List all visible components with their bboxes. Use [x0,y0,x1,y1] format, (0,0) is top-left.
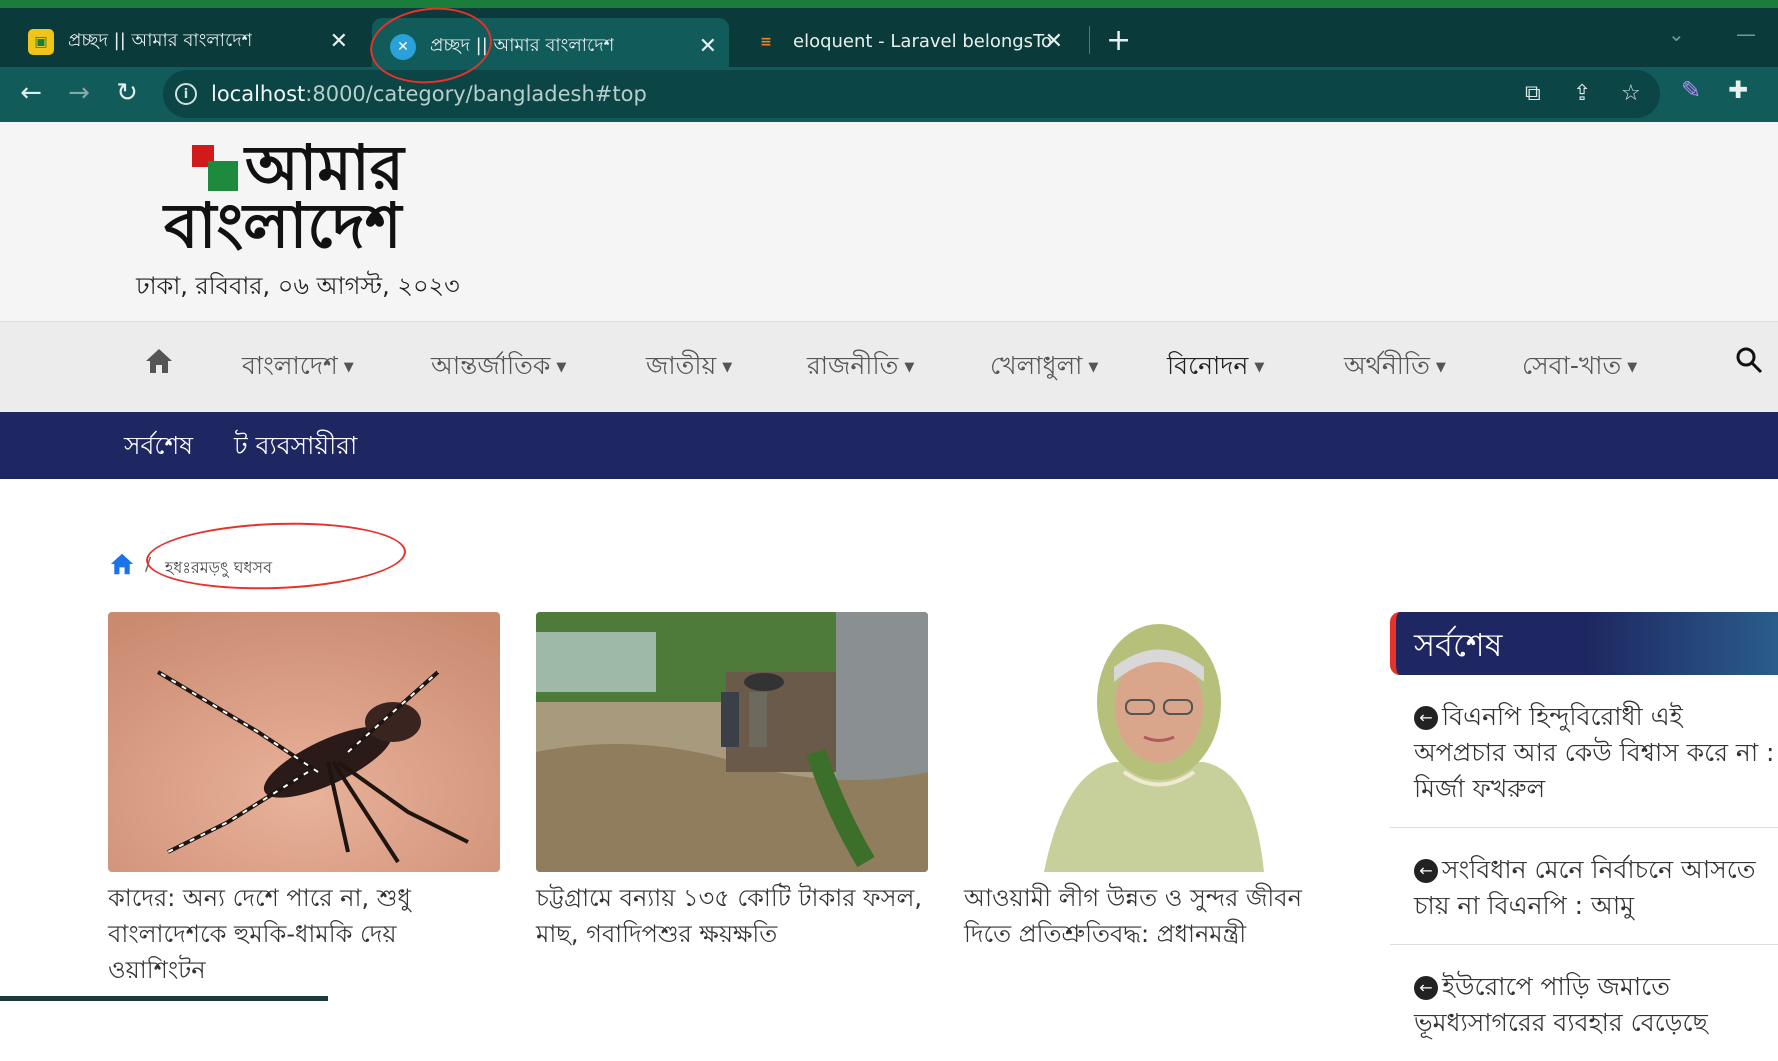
menu-item-7[interactable]: সেবা-খাত ▼ [1522,346,1637,389]
bookmark-star-icon[interactable]: ☆ [1621,81,1641,106]
sidebar-title: সর্বশেষ [1390,612,1778,675]
caret-down-icon: ▼ [556,360,567,375]
reload-icon[interactable]: ↻ [109,75,145,111]
menu-item-label: জাতীয় [646,351,717,380]
news-card[interactable]: কাদের: অন্য দেশে পারে না, শুধু বাংলাদেশক… [108,612,500,988]
browser-tab[interactable]: ≡ eloquent - Laravel belongsTo & h ✕ [735,16,1075,67]
logo-green-square [208,161,238,191]
site-info-icon[interactable]: i [175,83,197,105]
back-icon[interactable]: ← [13,75,49,111]
sidebar-item[interactable]: ← বিএনপি হিন্দুবিরোধী এই অপপ্রচার আর কেউ … [1390,675,1778,828]
menu-item-label: খেলাধুলা [990,351,1083,380]
subnav-traders[interactable]: ট ব্যবসায়ীরা [234,426,357,469]
home-icon[interactable] [144,347,174,375]
menu-item-6[interactable]: অর্থনীতি ▼ [1344,346,1446,389]
news-image-portrait[interactable] [964,612,1356,872]
latest-sidebar: সর্বশেষ ← বিএনপি হিন্দুবিরোধী এই অপপ্রচার… [1390,612,1778,1061]
arrow-left-circle-icon: ← [1414,859,1438,883]
tab-title: eloquent - Laravel belongsTo & h [793,31,1053,52]
address-bar[interactable]: i localhost:8000/category/bangladesh#top… [163,70,1660,118]
menu-item-label: অর্থনীতি [1344,351,1430,380]
menu-item-label: সেবা-খাত [1522,351,1622,380]
sidebar-item[interactable]: ← ইউরোপে পাড়ি জমাতে ভূমধ্যসাগরের ব্যবহার… [1390,945,1778,1061]
close-tab-icon[interactable]: ✕ [699,34,717,59]
news-caption[interactable]: আওয়ামী লীগ উন্নত ও সুন্দর জীবন দিতে প্র… [964,880,1356,952]
menu-item-5[interactable]: বিনোদন ▼ [1167,346,1264,389]
browser-toolbar: ← → ↻ i localhost:8000/category/banglade… [0,67,1778,122]
caret-down-icon: ▼ [343,360,354,375]
dateline: ঢাকা, রবিবার, ০৬ আগস্ট, ২০২৩ [136,272,460,300]
share-icon[interactable]: ⇪ [1573,81,1591,106]
arrow-left-circle-icon: ← [1414,706,1438,730]
caret-down-icon: ▼ [1254,360,1265,375]
menu-item-2[interactable]: জাতীয় ▼ [646,346,732,389]
sidebar-item[interactable]: ← সংবিধান মেনে নির্বাচনে আসতে চায় না বিএ… [1390,828,1778,945]
tab-search-icon[interactable]: ⌄ [1668,22,1685,46]
caret-down-icon: ▼ [722,360,733,375]
stackoverflow-icon: ≡ [760,33,772,50]
menu-item-label: বাংলাদেশ [242,351,338,380]
news-image-flood[interactable] [536,612,928,872]
caret-down-icon: ▼ [1088,360,1099,375]
breadcrumb-home-icon[interactable] [108,552,136,576]
menu-item-4[interactable]: খেলাধুলা ▼ [990,346,1098,389]
forward-icon[interactable]: → [61,75,97,111]
browser-tab[interactable]: ▣ প্রচ্ছদ || আমার বাংলাদেশ ✕ [10,16,360,67]
news-caption[interactable]: কাদের: অন্য দেশে পারে না, শুধু বাংলাদেশক… [108,880,500,988]
sub-nav: সর্বশেষ ট ব্যবসায়ীরা [0,412,1778,479]
site-logo[interactable]: আমার বাংলাদেশ [160,135,440,260]
logo-text-line2: বাংলাদেশ [164,189,402,262]
menu-item-3[interactable]: রাজনীতি ▼ [807,346,914,389]
news-card[interactable]: চট্টগ্রামে বন্যায় ১৩৫ কোটি টাকার ফসল, ম… [536,612,928,952]
close-tab-icon[interactable]: ✕ [1045,29,1063,54]
tab-title: প্রচ্ছদ || আমার বাংলাদেশ [68,30,253,51]
horizontal-scrollbar[interactable] [0,996,328,1001]
news-card[interactable]: আওয়ামী লীগ উন্নত ও সুন্দর জীবন দিতে প্র… [964,612,1356,952]
extensions-puzzle-icon[interactable]: ✚ [1728,76,1748,104]
subnav-latest[interactable]: সর্বশেষ [124,426,193,469]
menu-item-0[interactable]: বাংলাদেশ ▼ [242,346,354,389]
minimize-icon[interactable]: — [1736,22,1756,46]
caret-down-icon: ▼ [1435,360,1446,375]
menu-item-1[interactable]: আন্তর্জাতিক ▼ [431,346,566,389]
menu-item-label: আন্তর্জাতিক [431,351,551,380]
arrow-left-circle-icon: ← [1414,976,1438,1000]
site-favicon-icon: ▣ [28,28,54,55]
translate-icon[interactable]: ⧉ [1525,81,1541,106]
menu-item-label: বিনোদন [1167,351,1249,380]
new-tab-icon[interactable]: + [1106,23,1131,58]
url-text: localhost:8000/category/bangladesh#top [211,82,647,106]
close-tab-icon[interactable]: ✕ [330,29,348,54]
menu-item-label: রাজনীতি [807,351,899,380]
annotation-circle [144,518,408,594]
extension-feather-icon[interactable]: ✎ [1681,76,1701,104]
caret-down-icon: ▼ [904,360,915,375]
news-caption[interactable]: চট্টগ্রামে বন্যায় ১৩৫ কোটি টাকার ফসল, ম… [536,880,928,952]
browser-tab-strip: ▣ প্রচ্ছদ || আমার বাংলাদেশ ✕ ✕ প্রচ্ছদ |… [0,0,1778,75]
search-icon[interactable] [1735,346,1763,374]
caret-down-icon: ▼ [1627,360,1638,375]
news-image-mosquito[interactable] [108,612,500,872]
